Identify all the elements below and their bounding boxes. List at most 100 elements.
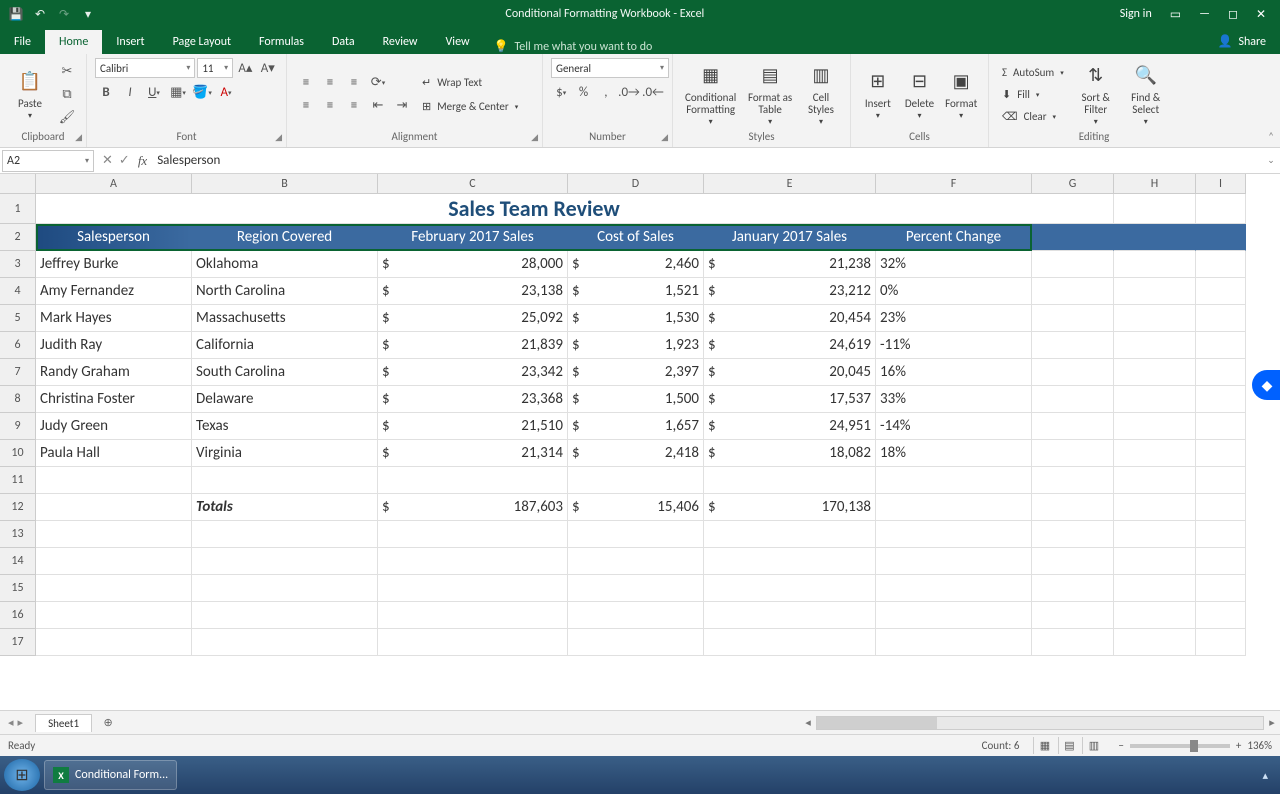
delete-button[interactable]: ⊟Delete▾ — [901, 68, 939, 121]
cell[interactable] — [192, 602, 378, 629]
cell[interactable] — [36, 629, 192, 656]
tab-formulas[interactable]: Formulas — [245, 30, 318, 54]
start-button[interactable]: ⊞ — [4, 759, 40, 791]
row-header[interactable]: 16 — [0, 602, 36, 629]
cell[interactable] — [192, 467, 378, 494]
cell[interactable]: $23,138 — [378, 278, 568, 305]
align-right-icon[interactable]: ≡ — [343, 96, 365, 116]
save-icon[interactable]: 💾 — [8, 6, 24, 22]
cell[interactable]: Oklahoma — [192, 251, 378, 278]
border-button[interactable]: ▦▾ — [167, 82, 189, 102]
cell[interactable]: $2,397 — [568, 359, 704, 386]
clear-button[interactable]: ⌫Clear▾ — [997, 106, 1069, 126]
cell[interactable] — [1114, 548, 1196, 575]
cell[interactable]: $20,045 — [704, 359, 876, 386]
cell[interactable] — [1114, 413, 1196, 440]
cell[interactable] — [36, 467, 192, 494]
cell[interactable] — [1032, 575, 1114, 602]
cell[interactable]: California — [192, 332, 378, 359]
cell[interactable]: $28,000 — [378, 251, 568, 278]
row-header[interactable]: 15 — [0, 575, 36, 602]
cell[interactable] — [1196, 194, 1246, 224]
cell[interactable]: $17,537 — [704, 386, 876, 413]
cell[interactable]: Randy Graham — [36, 359, 192, 386]
dialog-launcher-icon[interactable]: ◢ — [661, 132, 668, 143]
cell[interactable]: $170,138 — [704, 494, 876, 521]
scroll-left-icon[interactable]: ◂ — [800, 716, 816, 729]
cell[interactable] — [1032, 386, 1114, 413]
minimize-icon[interactable]: — — [1199, 7, 1210, 21]
cell[interactable]: Amy Fernandez — [36, 278, 192, 305]
cell[interactable]: Paula Hall — [36, 440, 192, 467]
font-name-select[interactable]: Calibri▾ — [95, 58, 195, 78]
cell[interactable] — [704, 521, 876, 548]
tab-view[interactable]: View — [432, 30, 484, 54]
fill-color-button[interactable]: 🪣▾ — [191, 82, 213, 102]
system-tray[interactable]: ▴ — [1254, 769, 1276, 782]
cell[interactable] — [1196, 575, 1246, 602]
accounting-format-icon[interactable]: $▾ — [551, 82, 571, 102]
cell[interactable] — [1196, 548, 1246, 575]
cell[interactable] — [1032, 359, 1114, 386]
scroll-thumb[interactable] — [817, 717, 937, 729]
cell[interactable]: $23,212 — [704, 278, 876, 305]
cell[interactable] — [378, 467, 568, 494]
horizontal-scrollbar[interactable]: ◂ ▸ — [800, 715, 1280, 731]
row-header[interactable]: 10 — [0, 440, 36, 467]
redo-icon[interactable]: ↷ — [56, 6, 72, 22]
cell[interactable] — [1114, 629, 1196, 656]
cell[interactable]: 16% — [876, 359, 1032, 386]
collapse-ribbon-icon[interactable]: ˄ — [1268, 130, 1274, 143]
underline-button[interactable]: U▾ — [143, 82, 165, 102]
cell[interactable] — [1196, 251, 1246, 278]
cell[interactable]: Jeffrey Burke — [36, 251, 192, 278]
cell[interactable] — [876, 575, 1032, 602]
cell[interactable] — [1114, 494, 1196, 521]
cell[interactable]: Christina Foster — [36, 386, 192, 413]
cell[interactable] — [1114, 194, 1196, 224]
maximize-icon[interactable]: ◻ — [1228, 7, 1238, 22]
cell[interactable] — [568, 575, 704, 602]
share-button[interactable]: 👤Share — [1203, 29, 1280, 54]
scroll-right-icon[interactable]: ▸ — [1264, 716, 1280, 729]
cell[interactable] — [1032, 548, 1114, 575]
column-header[interactable]: D — [568, 174, 704, 194]
paste-button[interactable]: 📋Paste▾ — [8, 68, 52, 121]
cell[interactable] — [1196, 305, 1246, 332]
cell[interactable]: Massachusetts — [192, 305, 378, 332]
cell[interactable]: Mark Hayes — [36, 305, 192, 332]
cell[interactable] — [1114, 440, 1196, 467]
cell[interactable] — [704, 629, 876, 656]
row-header[interactable]: 14 — [0, 548, 36, 575]
cell[interactable] — [36, 602, 192, 629]
cell[interactable] — [1196, 629, 1246, 656]
tab-file[interactable]: File — [0, 30, 45, 54]
dropbox-icon[interactable]: ◆ — [1252, 370, 1280, 400]
cell[interactable] — [568, 548, 704, 575]
signin-link[interactable]: Sign in — [1120, 7, 1152, 21]
column-header[interactable]: G — [1032, 174, 1114, 194]
format-button[interactable]: ▣Format▾ — [942, 68, 980, 121]
cell[interactable]: $21,314 — [378, 440, 568, 467]
cell[interactable] — [876, 494, 1032, 521]
cell[interactable] — [192, 521, 378, 548]
column-header[interactable]: F — [876, 174, 1032, 194]
column-header[interactable]: A — [36, 174, 192, 194]
cell[interactable] — [1032, 278, 1114, 305]
fill-button[interactable]: ⬇Fill▾ — [997, 84, 1069, 104]
cell[interactable] — [192, 629, 378, 656]
wrap-text-button[interactable]: ↵Wrap Text — [417, 72, 523, 92]
cell[interactable] — [1114, 521, 1196, 548]
dialog-launcher-icon[interactable]: ◢ — [275, 132, 282, 143]
cell[interactable]: Cost of Sales — [568, 224, 704, 251]
cell[interactable] — [876, 629, 1032, 656]
cell[interactable] — [1114, 332, 1196, 359]
cell[interactable]: $2,418 — [568, 440, 704, 467]
cell[interactable] — [704, 548, 876, 575]
cell[interactable] — [568, 467, 704, 494]
cell[interactable] — [1032, 440, 1114, 467]
align-middle-icon[interactable]: ≡ — [319, 73, 341, 93]
row-header[interactable]: 13 — [0, 521, 36, 548]
cell[interactable] — [1114, 575, 1196, 602]
cell[interactable]: February 2017 Sales — [378, 224, 568, 251]
